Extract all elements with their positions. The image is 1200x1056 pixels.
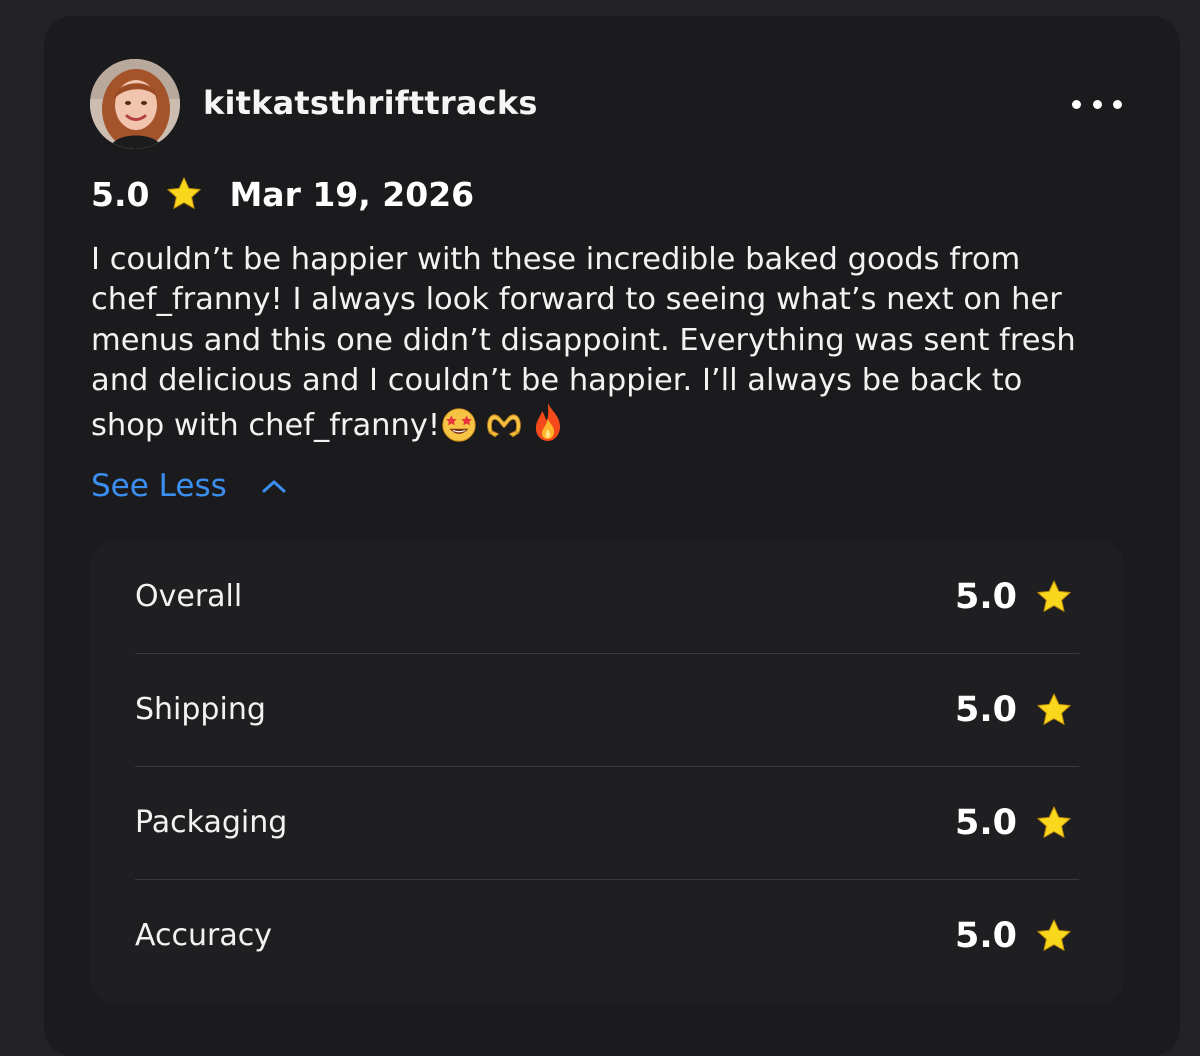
rating-row-value: 5.0	[954, 689, 1017, 730]
rating-row-value: 5.0	[954, 915, 1017, 956]
review-text-line-last: shop with chef_franny!	[91, 401, 1131, 446]
rating-row-score: 5.0	[955, 540, 1073, 653]
star-icon	[1035, 804, 1073, 842]
rating-row-label: Shipping	[135, 692, 266, 727]
review-rating-line: 5.0 Mar 19, 2026	[91, 172, 474, 216]
rating-row-label: Accuracy	[135, 918, 272, 953]
review-text-line: menus and this one didn’t disappoint. Ev…	[91, 322, 1076, 358]
star-struck-emoji-icon	[442, 408, 476, 442]
review-rating-value: 5.0	[91, 174, 150, 214]
chevron-up-icon	[262, 480, 286, 493]
more-dot-icon	[1072, 99, 1081, 109]
review-date: Mar 19, 2026	[229, 174, 475, 214]
star-icon	[1035, 691, 1073, 729]
avatar-photo	[90, 59, 180, 149]
rating-breakdown-panel: Overall 5.0 Shipping 5.0 Packaging 5.0 A…	[90, 540, 1124, 1004]
rating-row-score: 5.0	[955, 653, 1073, 766]
heart-hands-emoji-icon	[487, 414, 521, 438]
review-screen: kitkatsthrifttracks 5.0 Mar 19, 2026 I c…	[0, 0, 1200, 1056]
more-options-button[interactable]	[1072, 92, 1122, 116]
review-text-line: chef_franny! I always look forward to se…	[91, 282, 1062, 318]
see-less-label: See Less	[91, 468, 227, 504]
reviewer-avatar[interactable]	[90, 59, 180, 149]
review-text: I couldn’t be happier with these incredi…	[91, 240, 1131, 446]
rating-row-score: 5.0	[955, 879, 1073, 992]
more-dot-icon	[1092, 99, 1102, 109]
rating-row-value: 5.0	[954, 802, 1017, 843]
more-dot-icon	[1113, 99, 1122, 109]
rating-row-shipping: Shipping 5.0	[135, 653, 1079, 766]
reviewer-username[interactable]: kitkatsthrifttracks	[203, 84, 538, 122]
review-text-line: I couldn’t be happier with these incredi…	[91, 242, 1021, 277]
rating-row-label: Overall	[135, 579, 243, 614]
rating-row-overall: Overall 5.0	[135, 540, 1079, 653]
rating-row-value: 5.0	[954, 576, 1017, 617]
review-text-line: and delicious and I couldn’t be happier.…	[91, 362, 1023, 398]
rating-row-label: Packaging	[135, 805, 288, 840]
star-icon	[1035, 917, 1073, 955]
fire-emoji-icon	[535, 403, 561, 442]
rating-row-score: 5.0	[955, 766, 1073, 879]
star-icon	[1035, 578, 1073, 616]
rating-row-packaging: Packaging 5.0	[135, 766, 1079, 879]
rating-row-accuracy: Accuracy 5.0	[135, 879, 1079, 992]
review-text-line: shop with chef_franny!	[91, 408, 441, 444]
see-less-button[interactable]: See Less	[91, 466, 287, 506]
star-icon	[165, 175, 203, 213]
